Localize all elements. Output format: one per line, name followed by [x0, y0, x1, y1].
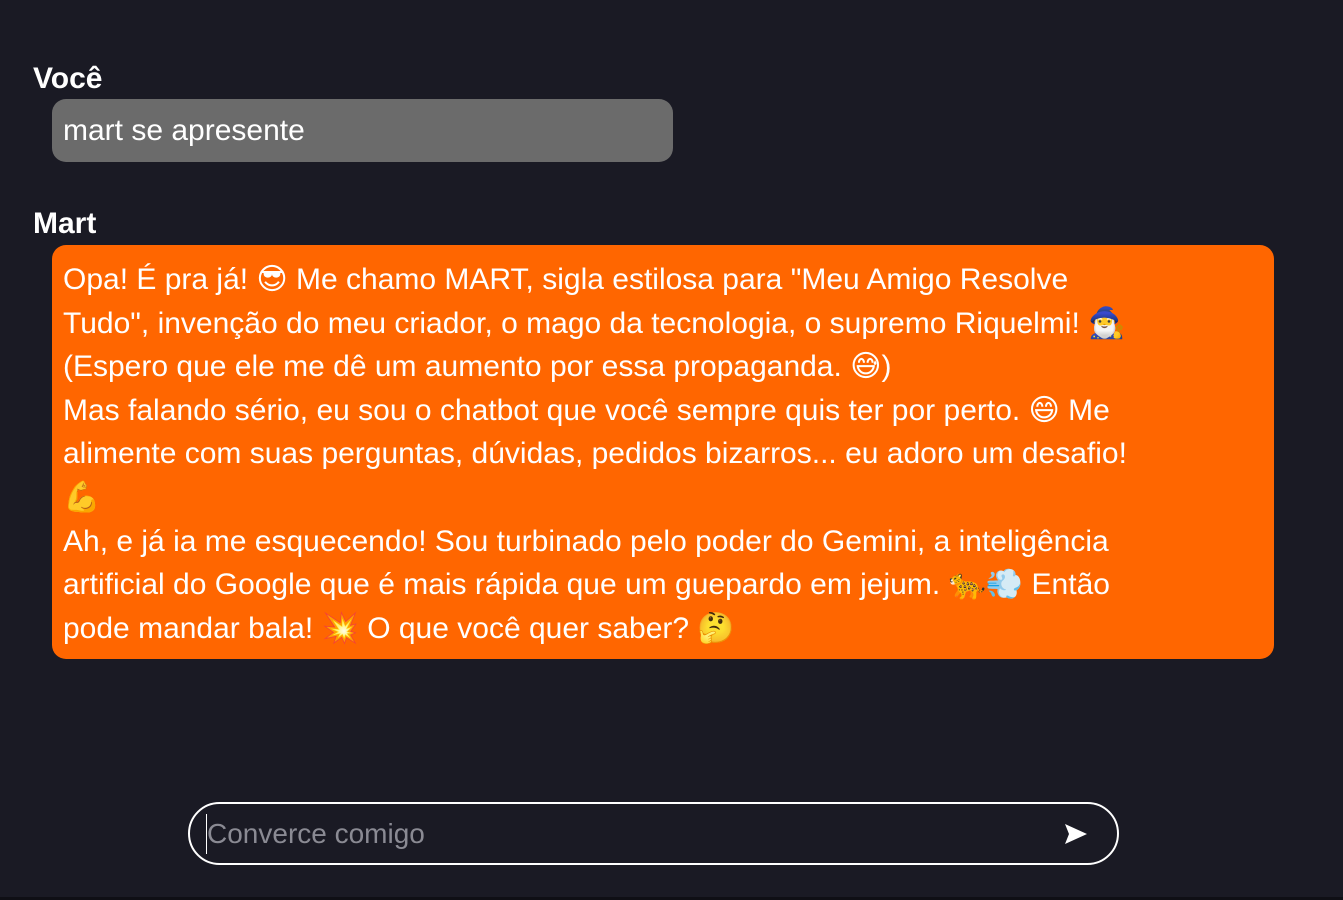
bot-message-line: (Espero que ele me dê um aumento por ess… [63, 350, 892, 384]
bot-sender-name: Mart [33, 207, 97, 240]
bot-message-line: 💪 [63, 480, 101, 514]
message-composer [188, 802, 1119, 865]
chat-area[interactable]: Você mart se apresente Mart Opa! É pra j… [0, 0, 1343, 780]
bot-message-line: pode mandar bala! 💥 O que você quer sabe… [63, 611, 735, 645]
bot-message-bubble: Opa! É pra já! 😎 Me chamo MART, sigla es… [52, 245, 1274, 659]
bot-message-line: Tudo", invenção do meu criador, o mago d… [63, 306, 1126, 340]
user-message-bubble: mart se apresente [52, 99, 673, 162]
bot-message-line: artificial do Google que é mais rápida q… [63, 568, 1110, 602]
send-button[interactable] [1061, 818, 1091, 850]
bot-message-line: alimente com suas perguntas, dúvidas, pe… [63, 437, 1127, 471]
send-arrow-icon [1065, 824, 1087, 844]
bot-message-line: Ah, e já ia me esquecendo! Sou turbinado… [63, 524, 1109, 558]
user-sender-name: Você [33, 62, 103, 95]
user-message: Você mart se apresente [33, 62, 673, 162]
bot-message-line: Mas falando sério, eu sou o chatbot que … [63, 393, 1110, 427]
message-input[interactable] [206, 814, 1027, 854]
bot-message-line: Opa! É pra já! 😎 Me chamo MART, sigla es… [63, 263, 1069, 296]
bot-message: Mart Opa! É pra já! 😎 Me chamo MART, sig… [33, 207, 1274, 659]
